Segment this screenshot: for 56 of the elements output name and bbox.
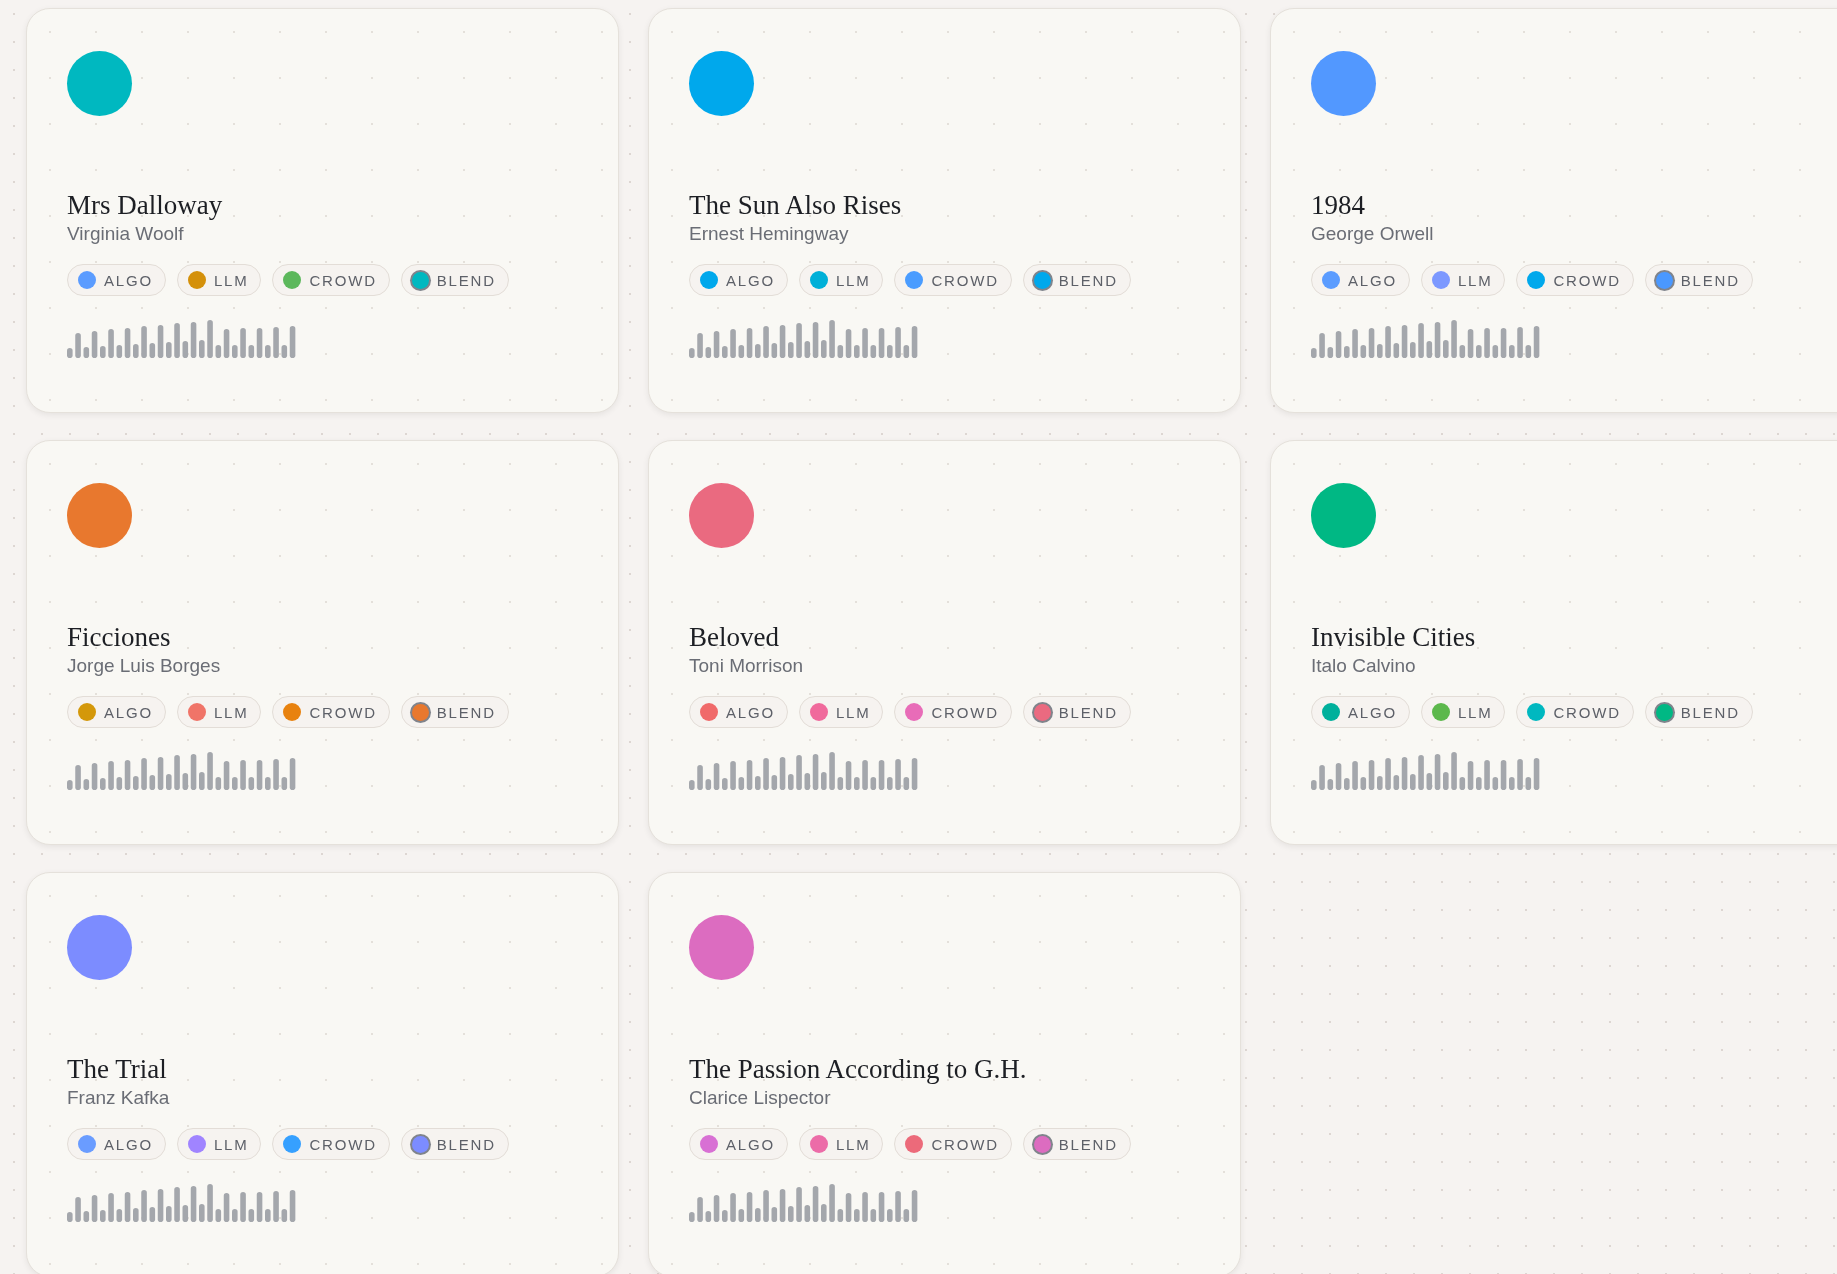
tag-label: CROWD — [931, 703, 999, 721]
tag-label: BLEND — [1680, 703, 1740, 721]
tag-label: BLEND — [436, 703, 496, 721]
book-card[interactable]: The Trial Franz Kafka ALGO LLM CROWD BLEND — [26, 872, 619, 1274]
tag-label: BLEND — [1058, 271, 1118, 289]
tag-label: ALGO — [104, 703, 153, 721]
tag-label: LLM — [213, 703, 249, 721]
tag-label: ALGO — [726, 271, 775, 289]
tag-label: LLM — [1457, 271, 1493, 289]
book-card[interactable]: Mrs Dalloway Virginia Woolf ALGO LLM CROWD BLEND — [26, 8, 619, 413]
author-name: Jorge Luis Borges — [67, 654, 221, 678]
tag-label: BLEND — [436, 1135, 496, 1153]
tag-label: CROWD — [931, 1135, 999, 1153]
tag-label: LLM — [1457, 703, 1493, 721]
tag-label: LLM — [835, 271, 871, 289]
book-title: The Passion According to G.H. — [689, 1053, 1027, 1085]
book-card[interactable]: Beloved Toni Morrison ALGO LLM CROWD BLEND — [648, 440, 1241, 845]
tag-label: CROWD — [309, 1135, 377, 1153]
tag-label: ALGO — [1348, 703, 1397, 721]
book-title: Mrs Dalloway — [67, 189, 223, 221]
tag-label: CROWD — [309, 271, 377, 289]
author-name: George Orwell — [1311, 222, 1434, 246]
author-name: Clarice Lispector — [689, 1086, 831, 1110]
tag-label: LLM — [835, 703, 871, 721]
book-card[interactable]: The Passion According to G.H. Clarice Lispector ALGO LLM CROWD BLEND — [648, 872, 1241, 1274]
book-title: Ficciones — [67, 621, 171, 653]
book-title: The Trial — [67, 1053, 167, 1085]
tag-label: ALGO — [104, 1135, 153, 1153]
tag-label: CROWD — [1553, 703, 1621, 721]
author-name: Franz Kafka — [67, 1086, 170, 1110]
tag-label: BLEND — [1058, 703, 1118, 721]
tag-label: BLEND — [1680, 271, 1740, 289]
tag-label: BLEND — [1058, 1135, 1118, 1153]
book-title: The Sun Also Rises — [689, 189, 902, 221]
book-card[interactable]: The Sun Also Rises Ernest Hemingway ALGO LLM CROWD BLEND — [648, 8, 1241, 413]
author-name: Ernest Hemingway — [689, 222, 849, 246]
book-title: Beloved — [689, 621, 779, 653]
tag-label: LLM — [213, 271, 249, 289]
tag-label: ALGO — [104, 271, 153, 289]
author-name: Virginia Woolf — [67, 222, 184, 246]
tag-label: LLM — [213, 1135, 249, 1153]
book-card[interactable]: Invisible Cities Italo Calvino ALGO LLM CROWD BLEND — [1270, 440, 1837, 845]
tag-label: ALGO — [726, 703, 775, 721]
tag-label: CROWD — [309, 703, 377, 721]
author-name: Toni Morrison — [689, 654, 804, 678]
tag-label: LLM — [835, 1135, 871, 1153]
tag-label: BLEND — [436, 271, 496, 289]
tag-label: ALGO — [1348, 271, 1397, 289]
book-title: 1984 — [1311, 189, 1365, 221]
book-title: Invisible Cities — [1311, 621, 1476, 653]
tag-label: CROWD — [931, 271, 999, 289]
tag-label: ALGO — [726, 1135, 775, 1153]
author-name: Italo Calvino — [1311, 654, 1416, 678]
book-card[interactable]: Ficciones Jorge Luis Borges ALGO LLM CROWD BLEND — [26, 440, 619, 845]
tag-label: CROWD — [1553, 271, 1621, 289]
book-card[interactable]: 1984 George Orwell ALGO LLM CROWD BLEND — [1270, 8, 1837, 413]
